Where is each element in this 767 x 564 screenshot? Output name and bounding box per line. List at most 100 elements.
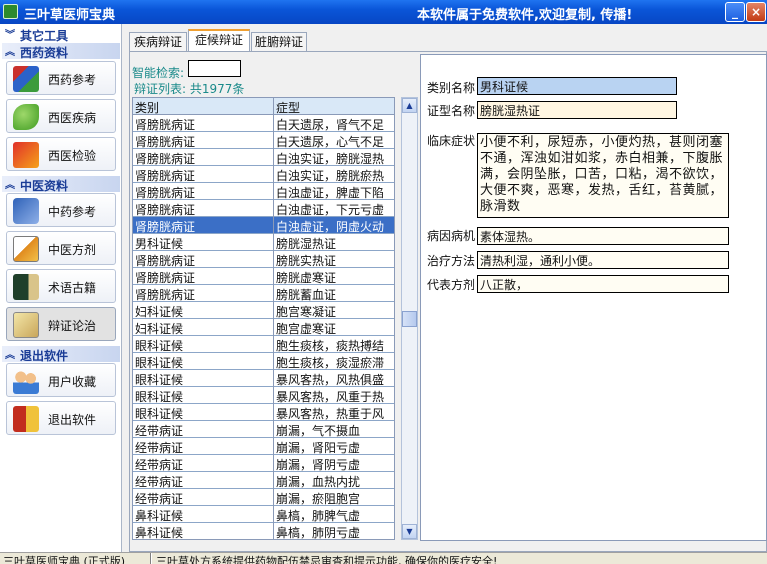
status-message: 三叶草处方系统提供药物配伍禁忌审查和提示功能, 确保你的医疗安全! bbox=[156, 555, 498, 564]
treatment-label: 治疗方法 bbox=[427, 254, 476, 268]
cell-pattern: 白浊虚证，脾虚下陷 bbox=[276, 186, 385, 200]
table-row[interactable]: 妇科证候 胞宫虚寒证 bbox=[133, 319, 394, 336]
chevron-down-icon: ︾ bbox=[5, 30, 15, 41]
cell-pattern: 暴风客热，热重于风 bbox=[276, 407, 385, 421]
cell-pattern: 胞宫寒凝证 bbox=[276, 305, 337, 319]
section-other-tools[interactable]: ︾ 其它工具 bbox=[2, 26, 120, 43]
symptoms-field[interactable]: 小便不利，尿短赤，小便灼热，甚则闭塞不通，浑浊如泔如浆，赤白相兼，下腹胀满，会阴… bbox=[477, 133, 729, 218]
cell-pattern: 胞生痰核，痰湿瘀滞 bbox=[276, 356, 385, 370]
cell-pattern: 鼻槁，肺脾气虚 bbox=[276, 509, 361, 523]
cell-pattern: 膀胱实热证 bbox=[276, 254, 337, 268]
scroll-down-button[interactable]: ▼ bbox=[402, 524, 417, 539]
table-row[interactable]: 眼科证候 暴风客热，风重于热 bbox=[133, 387, 394, 404]
tab-organ-diagnosis[interactable]: 脏腑辩证 bbox=[251, 32, 307, 52]
table-row[interactable]: 肾膀胱病证 白浊实证，膀胱瘀热 bbox=[133, 166, 394, 183]
cell-category: 妇科证候 bbox=[135, 322, 184, 336]
table-row[interactable]: 肾膀胱病证 白浊虚证，阴虚火动 bbox=[133, 217, 394, 234]
sidebar: ︾ 其它工具 ︽ 西药资料 西药参考 西医疾病 西医检验 ︽ 中医资料 中药参考… bbox=[0, 24, 122, 552]
sidebar-item-western-diseases[interactable]: 西医疾病 bbox=[6, 99, 116, 133]
table-row[interactable]: 经带病证 崩漏，血热内扰 bbox=[133, 472, 394, 489]
scroll-up-button[interactable]: ▲ bbox=[402, 98, 417, 113]
cell-pattern: 白天遗尿，肾气不足 bbox=[276, 118, 385, 132]
table-row[interactable]: 眼科证候 暴风客热，风热俱盛 bbox=[133, 370, 394, 387]
treatment-field[interactable]: 清热利湿，通利小便。 bbox=[477, 251, 729, 269]
column-header-category[interactable]: 类别 bbox=[135, 99, 159, 116]
table-row[interactable]: 男科证候 膀胱湿热证 bbox=[133, 234, 394, 251]
table-row[interactable]: 肾膀胱病证 白浊虚证，脾虚下陷 bbox=[133, 183, 394, 200]
status-version: 三叶草医师宝典 (正式版) bbox=[3, 555, 126, 564]
sidebar-item-favorites[interactable]: 用户收藏 bbox=[6, 363, 116, 397]
scroll-thumb[interactable] bbox=[402, 311, 417, 327]
syndrome-list[interactable]: 类别 症型 肾膀胱病证 白天遗尿，肾气不足 肾膀胱病证 白天遗尿，心气不足 肾膀胱病证白… bbox=[132, 97, 395, 540]
sidebar-item-exit[interactable]: 退出软件 bbox=[6, 401, 116, 435]
table-row[interactable]: 肾膀胱病证 白天遗尿，心气不足 bbox=[133, 132, 394, 149]
cell-pattern: 膀胱虚寒证 bbox=[276, 271, 337, 285]
table-row[interactable]: 肾膀胱病证 白天遗尿，肾气不足 bbox=[133, 115, 394, 132]
search-label: 智能检索: bbox=[132, 66, 185, 80]
table-row[interactable]: 肾膀胱病证 白浊虚证，下元亏虚 bbox=[133, 200, 394, 217]
cell-pattern: 白天遗尿，心气不足 bbox=[276, 135, 385, 149]
sidebar-item-terms-classics[interactable]: 术语古籍 bbox=[6, 269, 116, 303]
table-row[interactable]: 经带病证 崩漏，气不摄血 bbox=[133, 421, 394, 438]
ancient-book-icon bbox=[13, 274, 39, 300]
table-row[interactable]: 眼科证候 暴风客热，热重于风 bbox=[133, 404, 394, 421]
cell-category: 肾膀胱病证 bbox=[135, 288, 196, 302]
list-header: 类别 症型 bbox=[133, 98, 394, 116]
herb-icon bbox=[13, 198, 39, 224]
tab-syndrome-diagnosis[interactable]: 症候辩证 bbox=[188, 29, 250, 52]
tab-disease-diagnosis[interactable]: 疾病辩证 bbox=[129, 32, 187, 52]
table-row[interactable]: 肾膀胱病证 膀胱虚寒证 bbox=[133, 268, 394, 285]
column-header-pattern[interactable]: 症型 bbox=[276, 99, 300, 116]
cause-label: 病因病机 bbox=[427, 229, 476, 243]
table-row[interactable]: 肾膀胱病证 膀胱实热证 bbox=[133, 251, 394, 268]
cell-category: 眼科证候 bbox=[135, 390, 184, 404]
pattern-field[interactable]: 膀胱湿热证 bbox=[477, 101, 677, 119]
cell-category: 经带病证 bbox=[135, 458, 184, 472]
cell-category: 肾膀胱病证 bbox=[135, 135, 196, 149]
sidebar-item-western-tests[interactable]: 西医检验 bbox=[6, 137, 116, 171]
category-field[interactable]: 男科证候 bbox=[477, 77, 677, 95]
books-icon bbox=[13, 66, 39, 92]
cell-category: 肾膀胱病证 bbox=[135, 118, 196, 132]
section-western-medicine[interactable]: ︽ 西药资料 bbox=[2, 43, 120, 60]
status-bar: 三叶草医师宝典 (正式版) 三叶草处方系统提供药物配伍禁忌审查和提示功能, 确保… bbox=[0, 552, 767, 564]
table-row[interactable]: 经带病证 崩漏，肾阳亏虚 bbox=[133, 438, 394, 455]
list-scrollbar[interactable]: ▲ ▼ bbox=[401, 97, 418, 540]
app-icon bbox=[3, 4, 18, 19]
exit-icon bbox=[13, 406, 39, 432]
close-button[interactable]: × bbox=[746, 2, 766, 22]
table-row[interactable]: 经带病证 崩漏，瘀阻胞宫 bbox=[133, 489, 394, 506]
cell-category: 经带病证 bbox=[135, 475, 184, 489]
prescription-icon bbox=[13, 236, 39, 262]
sidebar-item-western-drugs[interactable]: 西药参考 bbox=[6, 61, 116, 95]
table-row[interactable]: 鼻科证候 鼻槁，肺脾气虚 bbox=[133, 506, 394, 523]
sidebar-item-tcm-herbs[interactable]: 中药参考 bbox=[6, 193, 116, 227]
cell-pattern: 崩漏，肾阴亏虚 bbox=[276, 458, 361, 472]
window-title: 三叶草医师宝典 bbox=[24, 8, 116, 23]
sidebar-item-tcm-prescriptions[interactable]: 中医方剂 bbox=[6, 231, 116, 265]
detail-panel: 类别名称 男科证候 证型名称 膀胱湿热证 临床症状 小便不利，尿短赤，小便灼热，… bbox=[420, 54, 767, 541]
table-row[interactable]: 肾膀胱病证 白浊实证，膀胱湿热 bbox=[133, 149, 394, 166]
cell-pattern: 膀胱蓄血证 bbox=[276, 288, 337, 302]
medicine-box-icon bbox=[13, 142, 39, 168]
formula-label: 代表方剂 bbox=[427, 278, 476, 292]
pill-icon bbox=[13, 104, 39, 130]
table-row[interactable]: 经带病证 崩漏，肾阴亏虚 bbox=[133, 455, 394, 472]
cell-category: 肾膀胱病证 bbox=[135, 254, 196, 268]
section-exit[interactable]: ︽ 退出软件 bbox=[2, 346, 120, 363]
cause-field[interactable]: 素体湿热。 bbox=[477, 227, 729, 245]
cell-category: 鼻科证候 bbox=[135, 526, 184, 540]
search-input[interactable] bbox=[188, 60, 241, 77]
cell-pattern: 白浊虚证，下元亏虚 bbox=[276, 203, 385, 217]
formula-field[interactable]: 八正散， bbox=[477, 275, 729, 293]
table-row[interactable]: 妇科证候 胞宫寒凝证 bbox=[133, 302, 394, 319]
table-row[interactable]: 鼻科证候 鼻槁，肺阴亏虚 bbox=[133, 523, 394, 540]
table-row[interactable]: 肾膀胱病证 膀胱蓄血证 bbox=[133, 285, 394, 302]
minimize-button[interactable]: _ bbox=[725, 2, 745, 22]
sidebar-item-diagnosis[interactable]: 辩证论治 bbox=[6, 307, 116, 341]
category-label: 类别名称 bbox=[427, 81, 476, 95]
section-tcm[interactable]: ︽ 中医资料 bbox=[2, 176, 120, 193]
table-row[interactable]: 眼科证候 胞生痰核，痰湿瘀滞 bbox=[133, 353, 394, 370]
cell-pattern: 暴风客热，风热俱盛 bbox=[276, 373, 385, 387]
table-row[interactable]: 眼科证候 胞生痰核，痰热搏结 bbox=[133, 336, 394, 353]
